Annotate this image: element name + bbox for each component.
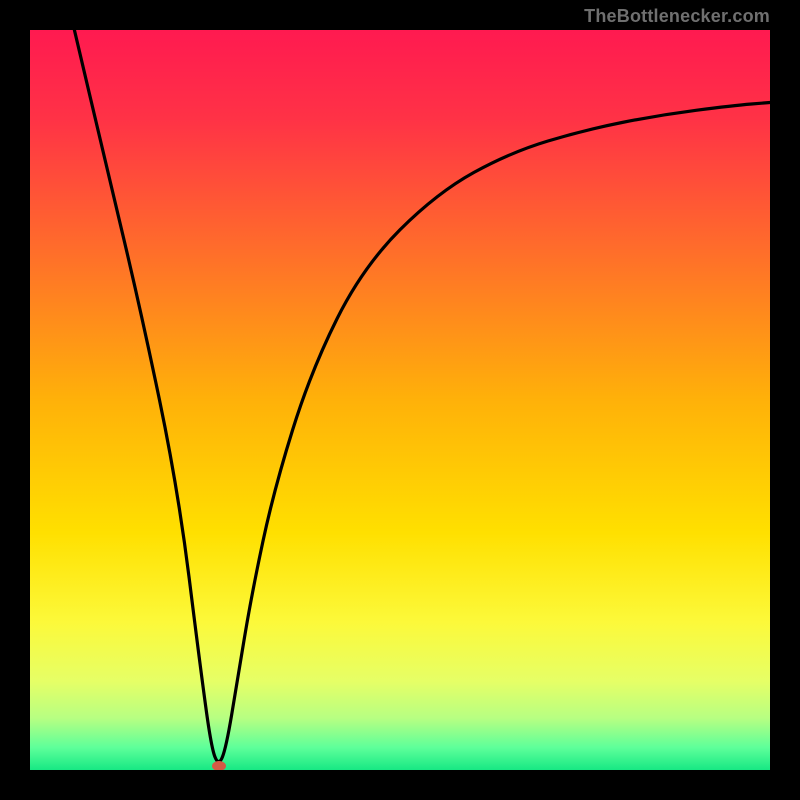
bottleneck-curve (30, 30, 770, 770)
optimal-point-marker (212, 761, 226, 770)
plot-area (30, 30, 770, 770)
attribution-text: TheBottlenecker.com (584, 6, 770, 27)
chart-frame: TheBottlenecker.com (0, 0, 800, 800)
